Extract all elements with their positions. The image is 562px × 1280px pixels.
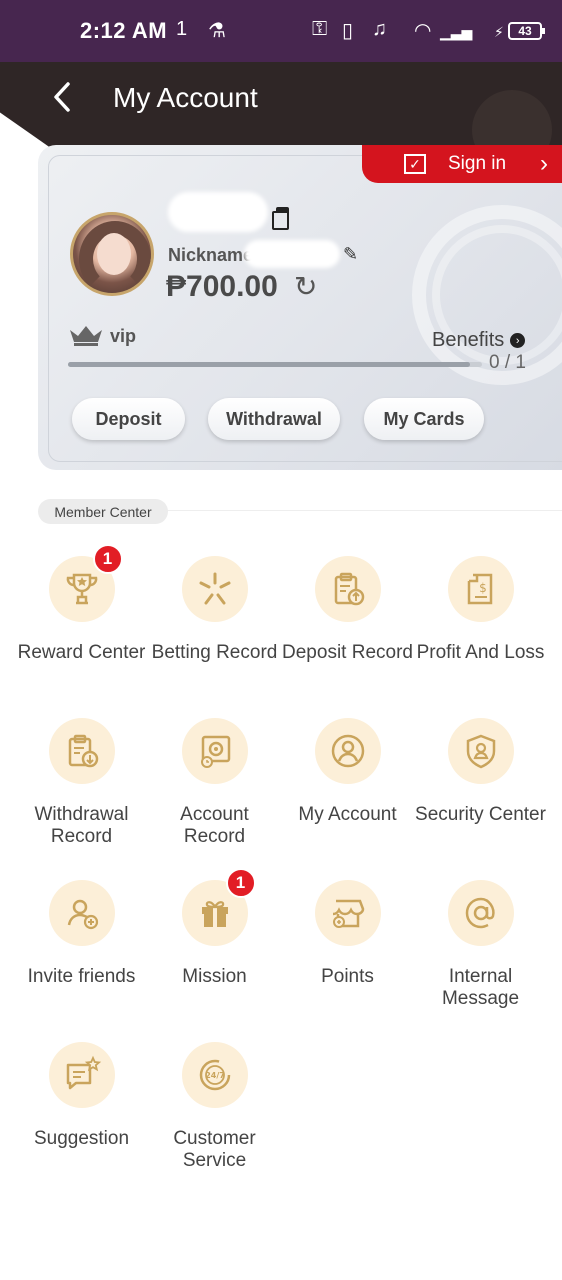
divider [160,510,562,511]
tile-mission[interactable]: 1 Mission [148,868,281,988]
tile-invite-friends[interactable]: Invite friends [15,880,148,988]
tile-internal-message[interactable]: Internal Message [414,880,547,1010]
notification-icon: 1 [176,18,188,40]
key-icon: ⚿ [312,18,328,40]
receipt-icon: $ [447,556,514,622]
tile-label: Betting Record [151,642,278,663]
tile-label: Points [321,966,374,987]
svg-text:$: $ [479,581,487,595]
tile-label: Reward Center [17,642,146,663]
chevron-right-icon: › [540,150,548,177]
wifi-icon: ◠ [414,20,432,42]
tile-label: Customer Service [173,1128,256,1171]
crown-icon [70,326,102,346]
avatar-face [97,233,131,275]
tile-profit-and-loss[interactable]: $ Profit And Loss [414,556,547,664]
flask-icon: ⚗ [208,20,226,42]
at-icon [447,880,514,946]
checkbox-icon: ✓ [404,154,426,174]
refresh-icon[interactable]: ↻ [294,270,317,303]
signal-icon: ▁▃▅ [440,24,473,40]
vip-progress-bar [68,362,482,367]
arrow-right-icon: › [510,333,526,348]
notification-badge: 1 [92,544,123,574]
tile-points[interactable]: Points [281,880,414,988]
tile-label: Internal Message [441,966,520,1009]
support-24-7-icon: 24/7 [181,1042,248,1108]
pencil-icon[interactable]: ✎ [343,244,358,265]
sparkle-icon [181,556,248,622]
tile-label: Invite friends [27,966,136,987]
svg-text:24/7: 24/7 [205,1071,225,1080]
notification-badge: 1 [225,868,256,898]
tile-betting-record[interactable]: Betting Record [148,556,281,664]
copy-icon[interactable] [272,207,290,230]
add-user-icon [48,880,115,946]
withdrawal-button[interactable]: Withdrawal [208,398,340,440]
back-button[interactable] [50,80,82,120]
vibrate-icon: ▯ [342,20,354,42]
tile-security-center[interactable]: Security Center [414,718,547,826]
tile-withdrawal-record[interactable]: Withdrawal Record [15,718,148,848]
status-time: 2:12 AM [80,18,168,43]
nickname-redacted [244,240,340,268]
my-cards-button[interactable]: My Cards [364,398,484,440]
tile-label: Security Center [415,804,546,825]
vip-label: vip [110,326,137,346]
tile-label: My Account [298,804,397,825]
tile-customer-service[interactable]: 24/7 Customer Service [148,1042,281,1172]
chat-icon [48,1042,115,1108]
tile-deposit-record[interactable]: Deposit Record [281,556,414,664]
status-bar: 2:12 AM 1 ⚗ ⚿ ▯ ♫ ◠ ▁▃▅ ⚡ 43 [0,0,562,62]
tile-suggestion[interactable]: Suggestion [15,1042,148,1150]
nickname-label: Nickname [168,245,254,265]
shield-user-icon [447,718,514,784]
safe-icon [181,718,248,784]
user-circle-icon [314,718,381,784]
tile-reward-center[interactable]: 1 Reward Center [15,544,148,664]
tile-label: Mission [182,966,247,987]
benefits-label: Benefits [432,329,505,351]
clipboard-download-icon [48,718,115,784]
clipboard-upload-icon [314,556,381,622]
gift-icon: 1 [181,868,256,946]
tile-label: Suggestion [33,1128,130,1149]
sign-in-label: Sign in [448,153,507,174]
vip-progress-text: 0 / 1 [489,352,526,373]
headphones-icon: ♫ [372,18,387,40]
balance-amount: ₱700.00 [166,270,278,303]
tile-label: Withdrawal Record [34,804,129,847]
tile-account-record[interactable]: Account Record [148,718,281,848]
sign-in-button[interactable]: ✓ Sign in › [362,145,562,183]
tile-my-account[interactable]: My Account [281,718,414,826]
charging-icon: ⚡ [494,24,504,40]
battery-icon: 43 [508,22,545,40]
avatar[interactable] [70,212,154,296]
tile-label: Deposit Record [282,642,413,663]
member-center-tag: Member Center [38,499,168,524]
user-id-redacted [168,192,268,232]
deposit-button[interactable]: Deposit [72,398,185,440]
page-title: My Account [113,82,258,113]
tile-label: Profit And Loss [416,642,545,663]
vip-progress-fill [68,362,470,367]
tile-label: Account Record [180,804,249,847]
trophy-icon: 1 [48,544,123,622]
chevron-left-icon [54,82,70,112]
store-icon [314,880,381,946]
benefits-link[interactable]: Benefits › [432,329,526,352]
